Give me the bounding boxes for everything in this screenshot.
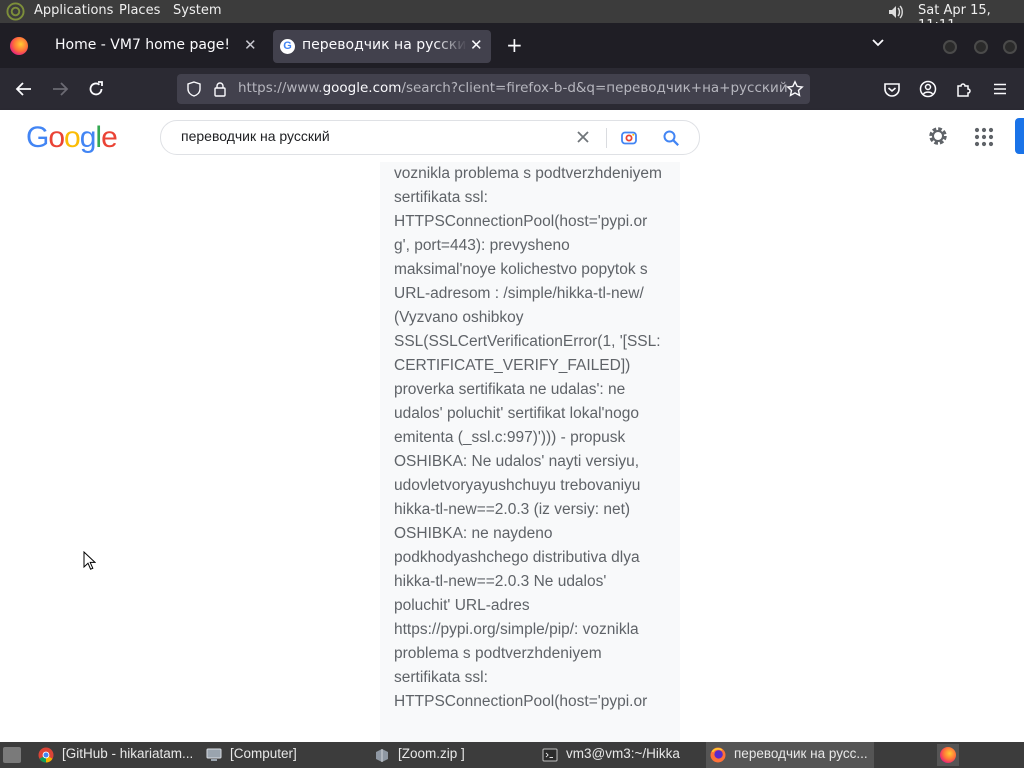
taskbar-item-github[interactable]: [GitHub - hikariatam... [34,742,198,768]
account-icon[interactable] [919,80,937,98]
distro-logo-icon[interactable] [6,2,25,21]
tab-google-search[interactable]: G переводчик на русский - Google Search … [273,30,491,63]
minimize-window-button[interactable] [943,40,957,54]
tracking-protection-shield-icon[interactable] [186,81,202,97]
translation-result-panel: voznikla problema s podtverzhdeniyem ser… [380,162,680,742]
hamburger-menu-icon[interactable] [991,80,1009,98]
maximize-window-button[interactable] [974,40,988,54]
google-lens-camera-icon[interactable] [620,129,638,147]
gear-icon[interactable] [927,125,949,147]
firefox-icon [710,747,726,763]
google-favicon-icon: G [280,39,295,54]
taskbar-label: vm3@vm3:~/Hikka [566,746,680,761]
search-divider [606,128,607,148]
logo-letter: o [64,121,81,154]
taskbar-label: [Computer] [230,746,297,761]
search-input[interactable]: переводчик на русский [160,120,700,155]
bookmark-star-icon[interactable] [786,80,804,98]
taskbar-item-terminal[interactable]: vm3@vm3:~/Hikka [538,742,702,768]
close-window-button[interactable] [1003,40,1017,54]
back-arrow-icon[interactable] [15,80,33,98]
taskbar-item-computer[interactable]: [Computer] [202,742,366,768]
url-path: /search?client=firefox-b-d&q=переводчик+… [401,80,788,96]
volume-icon[interactable] [887,3,905,21]
system-top-panel: Applications Places System Sat Apr 15, 1… [0,0,1024,33]
new-tab-button[interactable]: + [506,33,523,57]
close-tab-icon[interactable]: ✕ [244,36,257,54]
lock-icon[interactable] [213,81,227,97]
address-bar[interactable]: https://www.google.com/search?client=fir… [177,74,810,104]
url-prefix: https://www. [238,80,323,96]
taskbar-label: [Zoom.zip ] [398,746,465,761]
clear-search-icon[interactable] [575,129,591,145]
sign-in-button[interactable] [1015,118,1024,154]
logo-letter: o [48,121,65,154]
taskbar-item-firefox-active[interactable]: переводчик на русс... [706,742,874,768]
translated-text: voznikla problema s podtverzhdeniyem ser… [394,165,662,710]
search-query-text[interactable]: переводчик на русский [181,128,330,144]
show-desktop-icon[interactable] [3,747,21,763]
close-tab-icon[interactable]: ✕ [470,36,483,54]
url-host: google.com [322,80,402,96]
taskbar-label: переводчик на русс... [734,746,868,761]
computer-icon [206,748,222,761]
pocket-icon[interactable] [883,80,901,98]
search-icon[interactable] [662,129,680,147]
taskbar-label: [GitHub - hikariatam... [62,746,194,761]
list-all-tabs-icon[interactable] [871,36,885,50]
system-menu[interactable]: System [173,3,221,18]
firefox-icon [940,747,956,763]
google-logo[interactable]: Google [26,121,118,155]
google-apps-grid-icon[interactable] [974,127,994,147]
logo-letter: g [79,121,97,154]
tab-home[interactable]: Home - VM7 home page! ✕ [42,30,270,63]
reload-icon[interactable] [87,80,105,98]
firefox-view-icon[interactable] [10,37,28,55]
tab-label: переводчик на русский - Google Search [302,37,467,53]
applications-menu[interactable]: Applications [34,3,113,18]
chrome-icon [38,747,54,763]
tab-label: Home - VM7 home page! [55,37,231,53]
places-menu[interactable]: Places [119,3,160,18]
archive-icon [376,749,388,762]
terminal-icon [542,748,558,762]
search-results-area: voznikla problema s podtverzhdeniyem ser… [0,162,1024,742]
tray-firefox-icon[interactable] [937,744,959,766]
extensions-puzzle-icon[interactable] [955,80,973,98]
forward-arrow-icon[interactable] [51,80,69,98]
mouse-pointer-icon [83,551,96,570]
logo-letter: e [101,121,118,154]
logo-letter: G [26,121,49,154]
url-text[interactable]: https://www.google.com/search?client=fir… [238,80,788,96]
taskbar-item-zoom-archive[interactable]: [Zoom.zip ] [370,742,534,768]
bottom-taskbar: [GitHub - hikariatam... [Computer] [Zoom… [0,742,1024,768]
